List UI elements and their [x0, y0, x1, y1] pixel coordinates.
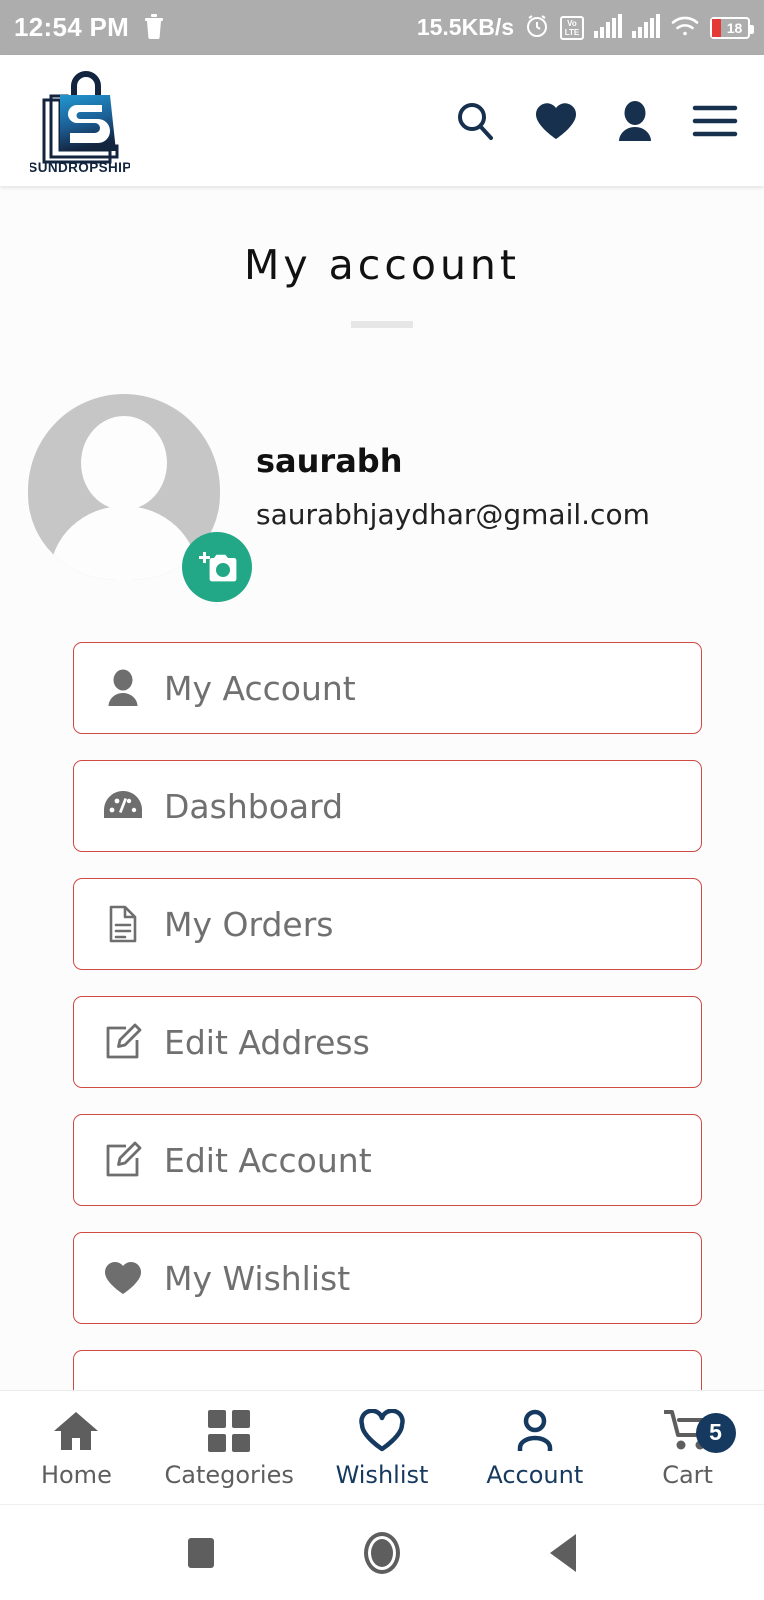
status-bar: 12:54 PM 15.5KB/s Vo LTE 18 [0, 0, 764, 55]
bottom-nav-categories[interactable]: Categories [153, 1407, 306, 1489]
grid-icon [208, 1407, 251, 1455]
heart-outline-icon [359, 1407, 405, 1455]
person-icon [96, 669, 150, 707]
gauge-icon [96, 789, 150, 823]
menu-item-label: My Account [164, 668, 356, 708]
menu-item-my-wishlist[interactable]: My Wishlist [73, 1232, 702, 1324]
home-button-icon[interactable] [364, 1531, 400, 1574]
menu-item-my-orders[interactable]: My Orders [73, 878, 702, 970]
bottom-navigation: Home Categories Wishlist Account 5 Cart [0, 1390, 764, 1504]
search-icon[interactable] [454, 100, 496, 142]
cart-badge: 5 [695, 1412, 736, 1453]
hamburger-menu-icon[interactable] [692, 104, 738, 138]
app-header: SUNDROPSHIP [0, 55, 764, 186]
title-divider [351, 321, 413, 328]
edit-icon [96, 1141, 150, 1179]
back-button-icon[interactable] [550, 1533, 576, 1572]
profile-name: saurabh [256, 442, 403, 480]
battery-icon: 18 [710, 16, 754, 39]
bottom-nav-label: Account [486, 1460, 584, 1489]
logo-text: SUNDROPSHIP [30, 160, 130, 175]
person-icon[interactable] [616, 100, 654, 142]
menu-item-label: Edit Address [164, 1022, 370, 1062]
heart-icon [96, 1260, 150, 1296]
menu-item-my-account[interactable]: My Account [73, 642, 702, 734]
wifi-icon [670, 14, 700, 42]
menu-item-label: My Orders [164, 904, 334, 944]
bottom-nav-wishlist[interactable]: Wishlist [306, 1407, 459, 1489]
bottom-nav-label: Cart [662, 1460, 713, 1489]
bottom-nav-label: Wishlist [335, 1460, 429, 1489]
menu-item-label: Dashboard [164, 786, 344, 826]
bottom-nav-label: Categories [164, 1460, 294, 1489]
trash-icon [143, 13, 165, 43]
signal-bars-icon-2 [632, 13, 660, 42]
alarm-icon [524, 13, 550, 43]
android-system-nav [0, 1504, 764, 1600]
signal-bars-icon-1 [594, 13, 622, 42]
phone-screen: 12:54 PM 15.5KB/s Vo LTE 18 SUNDROPSHIP … [0, 0, 764, 1600]
account-menu-list: My Account Dashboard My Orders Edit Addr… [73, 642, 702, 1442]
page-content: My account saurabh saurabhjaydhar@gmail.… [0, 186, 764, 1600]
profile-email: saurabhjaydhar@gmail.com [256, 498, 650, 531]
home-icon [53, 1407, 99, 1455]
profile-section: saurabh saurabhjaydhar@gmail.com [28, 394, 764, 602]
volte-icon: Vo LTE [560, 15, 584, 40]
heart-icon[interactable] [534, 101, 578, 141]
status-time: 12:54 PM [14, 12, 130, 42]
recents-button-icon[interactable] [188, 1537, 214, 1568]
bottom-nav-label: Home [40, 1460, 112, 1489]
add-photo-icon[interactable] [182, 532, 252, 602]
bottom-nav-cart[interactable]: 5 Cart [611, 1407, 764, 1489]
document-icon [96, 905, 150, 943]
bottom-nav-home[interactable]: Home [0, 1407, 153, 1489]
menu-item-label: My Wishlist [164, 1258, 351, 1298]
menu-item-edit-account[interactable]: Edit Account [73, 1114, 702, 1206]
edit-icon [96, 1023, 150, 1061]
app-logo[interactable]: SUNDROPSHIP [28, 62, 132, 180]
menu-item-edit-address[interactable]: Edit Address [73, 996, 702, 1088]
network-speed: 15.5KB/s [416, 14, 514, 40]
page-title: My account [243, 241, 520, 289]
account-icon [515, 1407, 555, 1455]
bottom-nav-account[interactable]: Account [458, 1407, 611, 1489]
menu-item-label: Edit Account [164, 1140, 372, 1180]
menu-item-dashboard[interactable]: Dashboard [73, 760, 702, 852]
